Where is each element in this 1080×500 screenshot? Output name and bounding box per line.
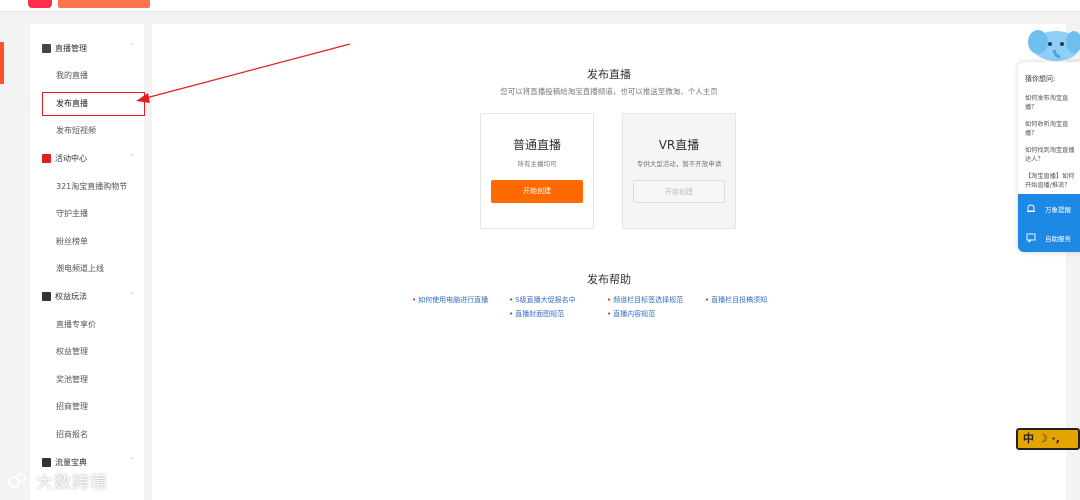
- help-link[interactable]: • S级直播大促报名中: [509, 295, 576, 305]
- chart-icon: [42, 457, 51, 467]
- assistant-elephant-icon[interactable]: [1026, 22, 1080, 62]
- gift-icon: [42, 292, 51, 301]
- help-title: 发布帮助: [587, 273, 631, 286]
- chevron-down-icon[interactable]: ˅: [131, 292, 135, 300]
- card-title: VR直播: [658, 138, 700, 152]
- assistant-actions: 万象提醒 自助服务: [1018, 194, 1080, 252]
- card-description: 所有主播均可: [517, 160, 557, 168]
- assistant-ask-label: 猜你想问:: [1025, 75, 1056, 83]
- sidebar-group-activity-center[interactable]: 活动中心 ˅: [30, 145, 144, 173]
- sidebar-item-publish-short-video[interactable]: 发布短视频: [30, 117, 144, 145]
- left-accent-bar: [0, 42, 4, 84]
- reminder-button[interactable]: 万象提醒: [1018, 194, 1080, 223]
- bullet-icon: •: [607, 310, 612, 318]
- help-link[interactable]: • 频道栏目标签选择规范: [607, 295, 683, 305]
- card-description: 专供大型活动，暂不开放申请: [636, 160, 722, 168]
- sidebar-item-321-festival[interactable]: 321淘宝直播购物节: [30, 173, 144, 201]
- sidebar-item-label: 直播专享价: [56, 319, 96, 329]
- assistant-question[interactable]: 如何收听淘宝直播？: [1018, 120, 1080, 138]
- assistant-question[interactable]: 如何发布淘宝直播？: [1018, 94, 1080, 112]
- help-link-text: 频道栏目标签选择规范: [613, 296, 684, 304]
- taobao-live-logo-text[interactable]: [58, 0, 150, 8]
- card-title: 普通直播: [512, 138, 561, 152]
- sidebar-item-label: 奖池管理: [56, 374, 88, 384]
- help-link[interactable]: • 直播封面图规范: [509, 309, 564, 319]
- main-content: 发布直播 您可以将直播投稿给淘宝直播频道，也可以推送至微淘、个人主页 普通直播 …: [152, 24, 1066, 500]
- chevron-down-icon[interactable]: ˅: [131, 43, 135, 51]
- sidebar-item-merchant-management[interactable]: 招商管理: [30, 393, 144, 421]
- page-title: 发布直播: [587, 68, 631, 81]
- bullet-icon: •: [509, 296, 514, 304]
- watermark: 大数跨境: [8, 468, 108, 493]
- sidebar-item-label: 321淘宝直播购物节: [56, 181, 128, 191]
- help-link-text: 如何使用电脑进行直播: [418, 296, 489, 304]
- sidebar-item-label: 权益管理: [56, 347, 88, 357]
- bell-icon: [1026, 204, 1036, 214]
- sidebar-item-benefit-management[interactable]: 权益管理: [30, 338, 144, 366]
- page-subtitle: 您可以将直播投稿给淘宝直播频道，也可以推送至微淘、个人主页: [500, 87, 718, 96]
- taobao-live-logo-icon[interactable]: [28, 0, 52, 8]
- sidebar-item-label: 我的直播: [56, 71, 88, 81]
- sidebar-item-guard-anchor[interactable]: 守护主播: [30, 200, 144, 228]
- ime-badge[interactable]: 中 ☽ ·,: [1016, 428, 1080, 450]
- bullet-icon: •: [509, 310, 514, 318]
- help-link-text: 直播封面图规范: [515, 310, 565, 318]
- sidebar-item-label: 发布短视频: [56, 126, 96, 136]
- help-link-text: S级直播大促报名中: [515, 296, 576, 304]
- sidebar: 直播管理 ˅ 我的直播 发布直播 发布短视频 活动中心 ˅ 321淘宝直播购物节…: [30, 24, 145, 500]
- chat-icon: [1026, 233, 1036, 243]
- start-create-button[interactable]: 开始创建: [491, 180, 583, 203]
- top-header: [0, 0, 1080, 12]
- sidebar-item-publish-live[interactable]: 发布直播: [30, 90, 145, 118]
- sidebar-menu: 直播管理 ˅ 我的直播 发布直播 发布短视频 活动中心 ˅ 321淘宝直播购物节…: [30, 34, 145, 476]
- sidebar-group-live-management[interactable]: 直播管理 ˅: [30, 34, 144, 62]
- sidebar-item-label: 粉丝榜单: [56, 236, 88, 246]
- chevron-down-icon[interactable]: ˅: [131, 154, 135, 162]
- sidebar-group-label: 活动中心: [55, 154, 87, 163]
- sidebar-group-label: 流量宝典: [55, 457, 87, 467]
- reminder-label: 万象提醒: [1045, 205, 1071, 214]
- vr-live-card: VR直播 专供大型活动，暂不开放申请 开始创建: [622, 113, 736, 229]
- sidebar-item-fan-ranking[interactable]: 粉丝榜单: [30, 228, 144, 256]
- watermark-logo-icon: [8, 472, 26, 488]
- sidebar-item-label: 招商报名: [56, 429, 88, 439]
- sidebar-group-benefits[interactable]: 权益玩法 ˅: [30, 283, 144, 311]
- bullet-icon: •: [607, 296, 612, 304]
- sidebar-item-prize-pool[interactable]: 奖池管理: [30, 366, 144, 394]
- self-service-label: 自助服务: [1045, 234, 1071, 243]
- flag-icon: [42, 154, 51, 163]
- sidebar-item-label: 潮电频道上线: [56, 264, 104, 274]
- help-link[interactable]: • 如何使用电脑进行直播: [412, 295, 488, 305]
- chevron-down-icon[interactable]: ˅: [131, 457, 135, 465]
- sidebar-item-label: 招商管理: [56, 402, 88, 412]
- help-link-text: 直播栏目投稿须知: [711, 296, 768, 304]
- self-service-button[interactable]: 自助服务: [1018, 223, 1080, 252]
- bullet-icon: •: [705, 296, 710, 304]
- sidebar-group-label: 权益玩法: [55, 292, 87, 301]
- assistant-panel: 猜你想问: 如何发布淘宝直播？ 如何收听淘宝直播？ 如何找到淘宝直播达人？ 【淘…: [1018, 62, 1080, 252]
- sidebar-item-electronics-channel[interactable]: 潮电频道上线: [30, 255, 144, 283]
- sidebar-item-merchant-signup[interactable]: 招商报名: [30, 421, 144, 449]
- normal-live-card: 普通直播 所有主播均可 开始创建: [480, 113, 594, 229]
- start-create-button-disabled: 开始创建: [633, 180, 725, 203]
- sidebar-item-my-live[interactable]: 我的直播: [30, 62, 144, 90]
- help-link[interactable]: • 直播栏目投稿须知: [705, 295, 767, 305]
- assistant-question[interactable]: 如何找到淘宝直播达人？: [1018, 146, 1080, 164]
- assistant-question[interactable]: 【淘宝直播】如何开始直播/推流？: [1018, 172, 1080, 190]
- help-link[interactable]: • 直播内容规范: [607, 309, 655, 319]
- bullet-icon: •: [412, 296, 417, 304]
- tv-icon: [42, 43, 51, 53]
- help-link-text: 直播内容规范: [613, 310, 656, 318]
- sidebar-group-label: 直播管理: [55, 43, 87, 53]
- sidebar-item-label: 守护主播: [56, 209, 88, 219]
- watermark-text: 大数跨境: [36, 473, 108, 493]
- sidebar-item-exclusive-price[interactable]: 直播专享价: [30, 311, 144, 339]
- highlight-box: [42, 91, 145, 116]
